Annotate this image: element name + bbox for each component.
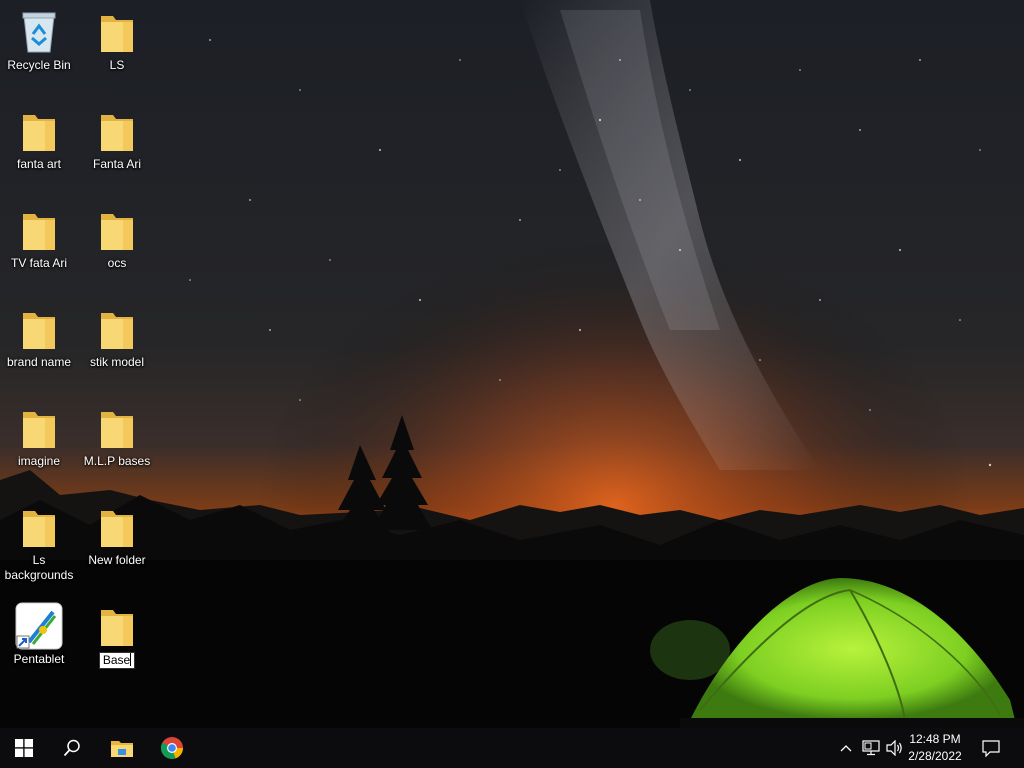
desktop-icon-label: imagine xyxy=(17,454,61,468)
show-hidden-icons-button[interactable] xyxy=(836,728,856,768)
desktop-icon-label: Pentablet xyxy=(13,652,65,666)
action-center-button[interactable] xyxy=(978,728,1004,768)
desktop-icon-recycle-bin[interactable]: Recycle Bin xyxy=(0,4,78,73)
desktop-icon-label: LS xyxy=(109,58,125,72)
folder-icon xyxy=(23,313,55,349)
folder-icon xyxy=(93,8,141,56)
rename-input[interactable]: Base xyxy=(98,652,136,669)
network-button[interactable] xyxy=(860,728,882,768)
folder-icon xyxy=(101,610,133,646)
chrome-icon xyxy=(161,737,183,759)
desktop-icon-label: M.L.P bases xyxy=(83,454,151,468)
recycle-bin-icon xyxy=(15,8,63,56)
desktop-icon-label: fanta art xyxy=(16,157,62,171)
desktop-icon-ocs[interactable]: ocs xyxy=(78,202,156,271)
folder-icon xyxy=(101,115,133,151)
folder-icon xyxy=(93,305,141,353)
desktop-icon-brand-name[interactable]: brand name xyxy=(0,301,78,370)
windows-logo-icon xyxy=(15,739,33,757)
start-button[interactable] xyxy=(0,728,48,768)
clock-date: 2/28/2022 xyxy=(908,749,962,763)
folder-icon xyxy=(93,107,141,155)
network-icon xyxy=(862,740,880,756)
clock-time: 12:48 PM xyxy=(909,732,961,746)
file-explorer-icon xyxy=(111,741,133,757)
folder-icon xyxy=(93,602,141,650)
folder-icon xyxy=(93,404,141,452)
folder-icon xyxy=(93,503,141,551)
desktop-icon-label: TV fata Ari xyxy=(10,256,68,270)
desktop-icon-stik-model[interactable]: stik model xyxy=(78,301,156,370)
folder-icon xyxy=(101,16,133,52)
file-explorer-button[interactable] xyxy=(98,728,146,768)
desktop-icon-label: Recycle Bin xyxy=(7,58,71,72)
desktop-icon-tv-fata-ari[interactable]: TV fata Ari xyxy=(0,202,78,271)
desktop-icon-label: Fanta Ari xyxy=(92,157,142,171)
desktop-icon-ls-backgrounds[interactable]: Ls backgrounds xyxy=(0,499,78,583)
chrome-button[interactable] xyxy=(148,728,196,768)
desktop-icon-new-folder[interactable]: New folder xyxy=(78,499,156,568)
pentablet-app-icon xyxy=(15,602,63,650)
folder-icon xyxy=(101,412,133,448)
text-caret xyxy=(130,653,132,666)
pentablet-app-icon xyxy=(15,602,63,650)
rename-textbox[interactable]: Base xyxy=(78,652,156,669)
folder-icon xyxy=(23,412,55,448)
search-button[interactable] xyxy=(48,728,96,768)
folder-icon xyxy=(15,305,63,353)
desktop-icon-imagine[interactable]: imagine xyxy=(0,400,78,469)
chevron-up-icon xyxy=(840,745,852,752)
desktop-icon-label: stik model xyxy=(89,355,145,369)
desktop-icon-ls[interactable]: LS xyxy=(78,4,156,73)
folder-icon xyxy=(23,115,55,151)
recycle-bin-icon xyxy=(22,12,56,53)
folder-icon xyxy=(93,206,141,254)
folder-icon xyxy=(23,214,55,250)
desktop-icon-label: Ls backgrounds xyxy=(4,553,74,582)
folder-icon xyxy=(23,511,55,547)
desktop-icon-base[interactable]: Base xyxy=(78,598,156,669)
desktop-icon-label: brand name xyxy=(6,355,72,369)
folder-icon xyxy=(101,511,133,547)
folder-icon xyxy=(15,206,63,254)
folder-icon xyxy=(15,404,63,452)
action-center-icon xyxy=(982,739,1000,757)
desktop-icon-label: ocs xyxy=(107,256,127,270)
desktop-icon-label: New folder xyxy=(88,553,146,567)
folder-icon xyxy=(101,313,133,349)
desktop-icon-m-l-p-bases[interactable]: M.L.P bases xyxy=(78,400,156,469)
folder-icon xyxy=(101,214,133,250)
rename-input-text: Base xyxy=(102,653,131,667)
taskbar-clock[interactable]: 12:48 PM 2/28/2022 xyxy=(902,731,968,765)
folder-icon xyxy=(15,503,63,551)
folder-icon xyxy=(15,107,63,155)
taskbar: 12:48 PM 2/28/2022 xyxy=(0,728,1024,768)
search-icon xyxy=(63,739,80,757)
desktop-icon-pentablet[interactable]: Pentablet xyxy=(0,598,78,667)
desktop-icon-fanta-art[interactable]: fanta art xyxy=(0,103,78,172)
desktop-icon-fanta-ari[interactable]: Fanta Ari xyxy=(78,103,156,172)
